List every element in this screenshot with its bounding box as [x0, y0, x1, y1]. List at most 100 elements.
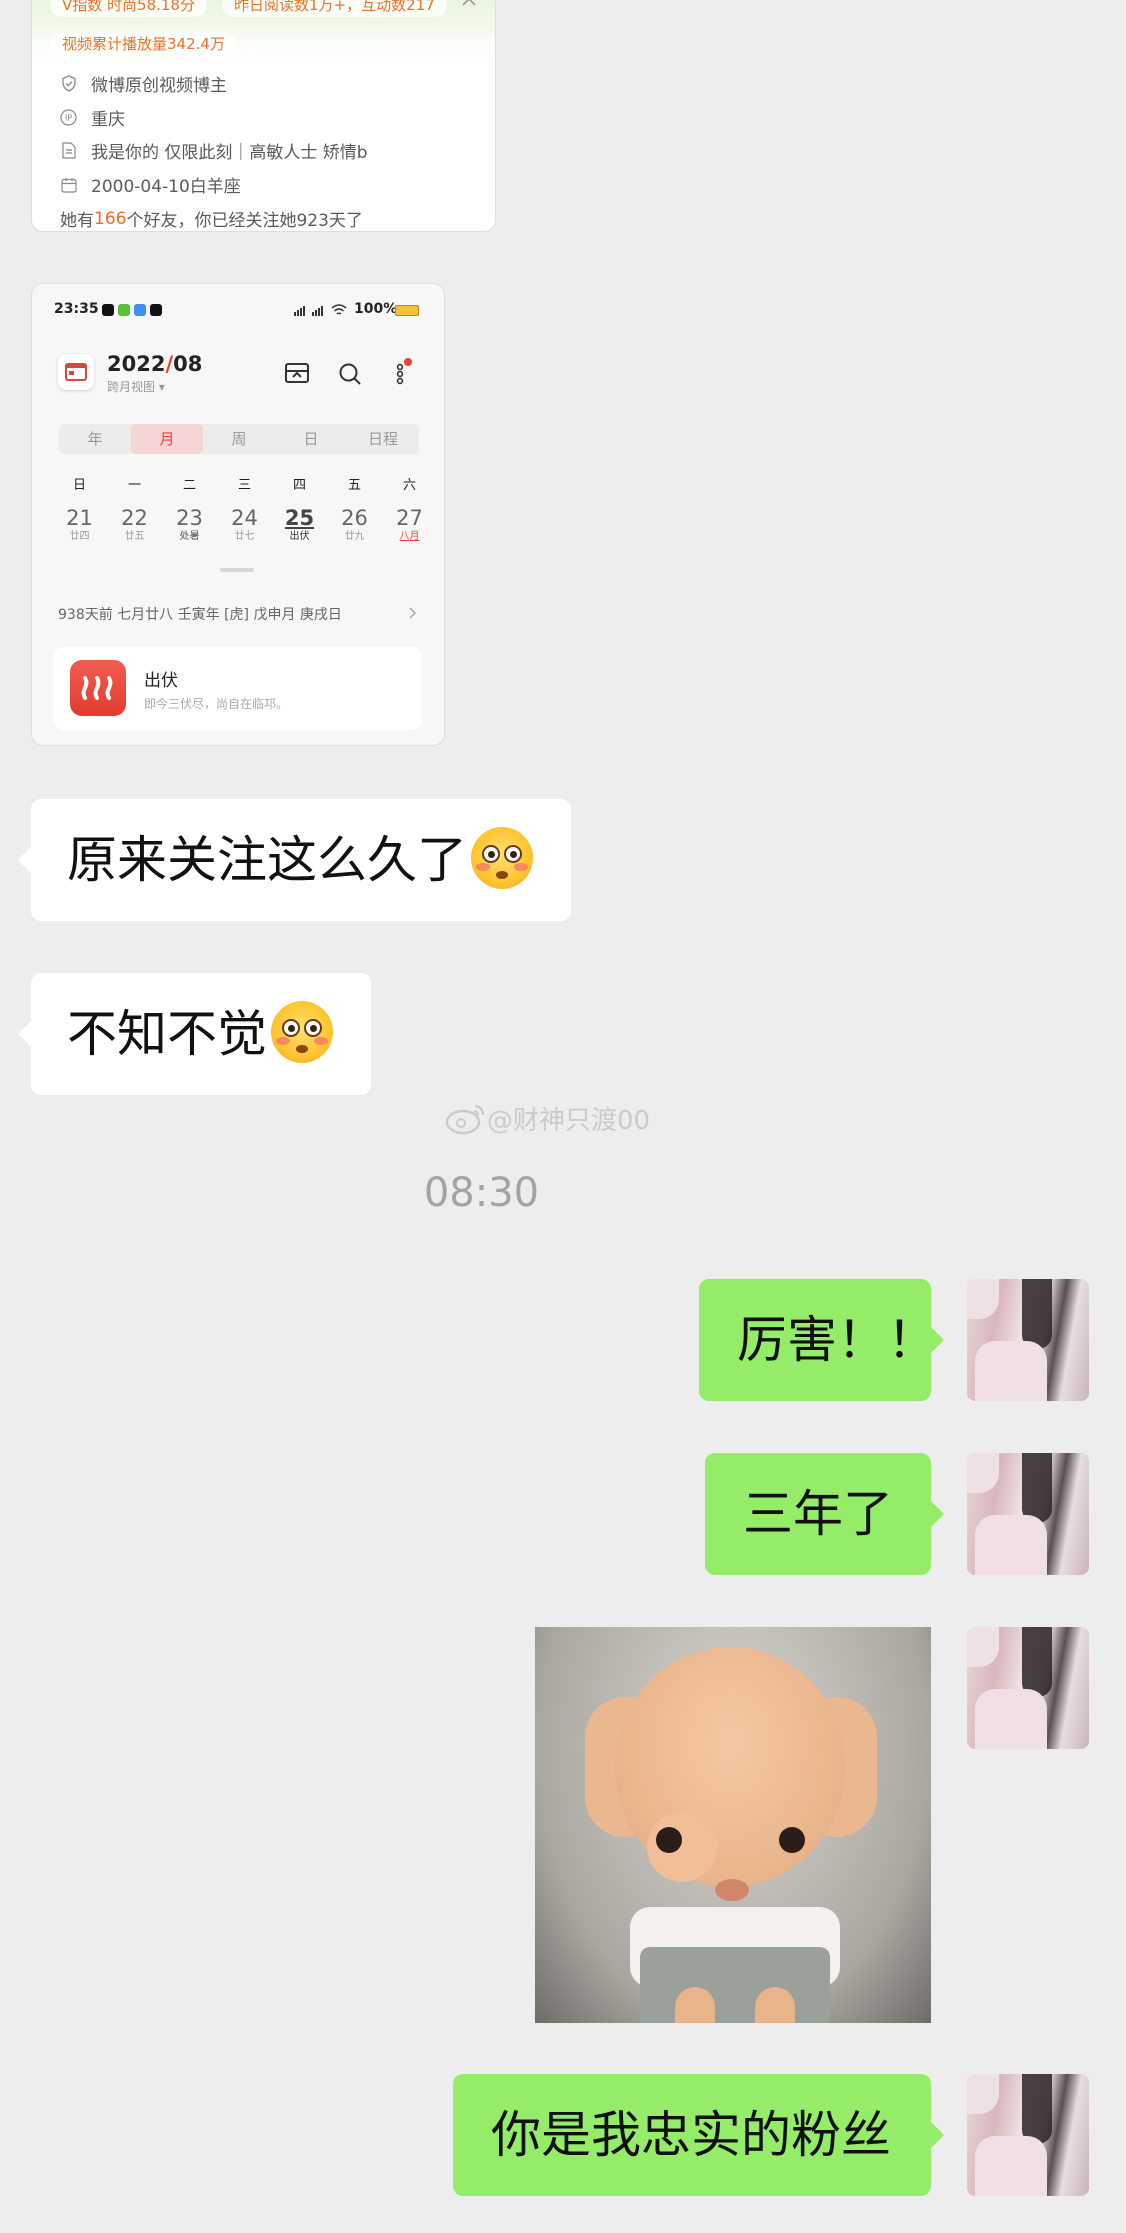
event-card[interactable]: 出伏 即今三伏尽，尚自在临邛。 [54, 647, 422, 730]
app-green-icon [118, 304, 130, 316]
phone-status-bar: 23:35 100% [54, 301, 424, 321]
sent-message-bubble[interactable]: 厉害！！ [699, 1279, 944, 1401]
year-month-title[interactable]: 2022/08 [107, 352, 202, 376]
calendar-screenshot-card[interactable]: 23:35 100% 2022/08 跨月视图 ▾ 年 月 周 日 日程 日 一… [31, 283, 445, 746]
profile-info-card[interactable]: V指数 时尚58.18分 昨日阅读数1万+，互动数217 视频累计播放量342.… [31, 0, 496, 232]
tiktok-icon [102, 304, 114, 316]
day-cell[interactable]: 24 廿七 [217, 506, 272, 544]
segment-year[interactable]: 年 [59, 424, 131, 454]
status-battery-text: 100% [354, 301, 398, 317]
date-slash: / [165, 352, 174, 376]
chevron-up-icon[interactable] [462, 0, 476, 7]
weekday-mon: 一 [127, 478, 141, 493]
lunar-info-line: 938天前 七月廿八 壬寅年 [虎] 戊申月 庚戌日 [58, 607, 342, 623]
user-avatar[interactable] [967, 1279, 1089, 1401]
day-number: 23 [176, 506, 203, 530]
influence-index-pill: V指数 时尚58.18分 [50, 0, 207, 17]
day-cell[interactable]: 23 处暑 [162, 506, 217, 544]
message-text: 原来关注这么久了 [67, 831, 467, 889]
view-mode-dropdown[interactable]: 跨月视图 ▾ [107, 378, 165, 395]
tiktok-icon-2 [150, 304, 162, 316]
user-avatar[interactable] [967, 2074, 1089, 2196]
follow-duration-row: 她有 166 个好友，你已经关注她923天了 [60, 206, 363, 232]
event-title: 出伏 [144, 671, 178, 691]
sent-message-bubble[interactable]: 三年了 [705, 1453, 944, 1575]
signal-icon [294, 304, 347, 316]
search-icon[interactable] [338, 362, 362, 386]
day-cell[interactable]: 26 廿九 [327, 506, 382, 544]
segment-day[interactable]: 日 [275, 424, 347, 454]
segment-week[interactable]: 周 [203, 424, 275, 454]
day-cell-today[interactable]: 25 出伏 [272, 506, 327, 544]
weekday-sat: 六 [402, 478, 416, 493]
date-row: 21 廿四 22 廿五 23 处暑 24 廿七 25 出伏 26 廿九 27 八月 [52, 506, 424, 546]
inbox-icon[interactable] [284, 362, 310, 384]
day-number: 26 [341, 506, 368, 530]
birthday-row: 2000-04-10白羊座 [60, 172, 241, 197]
day-cell[interactable]: 22 廿五 [107, 506, 162, 544]
view-segmented-control[interactable]: 年 月 周 日 日程 [59, 424, 419, 454]
day-cell[interactable]: 21 廿四 [52, 506, 107, 544]
day-number: 25 [284, 506, 315, 530]
shield-icon [60, 75, 77, 92]
chevron-right-icon[interactable] [408, 606, 418, 620]
drag-handle[interactable] [220, 568, 254, 572]
day-number: 22 [121, 506, 148, 530]
segment-month[interactable]: 月 [131, 424, 203, 454]
event-description: 即今三伏尽，尚自在临邛。 [144, 697, 289, 711]
svg-text:IP: IP [65, 114, 72, 123]
plush-nose [715, 1879, 749, 1901]
segment-agenda[interactable]: 日程 [347, 424, 419, 454]
ip-location-icon: IP [60, 109, 77, 126]
message-text: 你是我忠实的粉丝 [491, 2106, 891, 2164]
lunar-label: 廿四 [69, 531, 90, 542]
plush-eye-left [656, 1827, 682, 1853]
status-time: 23:35 [54, 301, 99, 317]
day-number: 24 [231, 506, 258, 530]
user-avatar[interactable] [967, 1627, 1089, 1749]
received-message-bubble[interactable]: 不知不觉 [18, 973, 371, 1095]
weekday-header-row: 日 一 二 三 四 五 六 [52, 474, 424, 494]
calendar-app-icon [58, 354, 94, 390]
heat-wave-icon [70, 660, 126, 716]
lunar-label: 廿五 [124, 531, 145, 542]
lunar-label: 廿七 [234, 531, 255, 542]
more-options-icon[interactable] [394, 356, 416, 386]
received-message-bubble[interactable]: 原来关注这么久了 [18, 799, 571, 921]
lunar-label: 出伏 [289, 531, 310, 542]
bio-label: 我是你的 仅限此刻｜高敏人士 矫情b [91, 143, 368, 163]
lunar-label: 八月 [399, 531, 420, 542]
verified-row: 微博原创视频博主 [60, 71, 227, 96]
plush-foot-left [675, 1987, 715, 2023]
weekday-wed: 三 [237, 478, 251, 493]
friends-count: 166 [94, 208, 127, 229]
day-number: 21 [66, 506, 93, 530]
video-plays-pill: 视频累计播放量342.4万 [50, 32, 237, 56]
birthday-label: 2000-04-10白羊座 [91, 177, 241, 197]
message-text: 厉害！！ [737, 1311, 937, 1369]
weekday-sun: 日 [72, 478, 86, 493]
lunar-label: 廿九 [344, 531, 365, 542]
year-text: 2022 [107, 352, 166, 376]
weekday-tue: 二 [182, 478, 196, 493]
location-row: IP 重庆 [60, 105, 125, 130]
app-blue-icon [134, 304, 146, 316]
calendar-icon [60, 176, 77, 193]
sent-message-bubble[interactable]: 你是我忠实的粉丝 [453, 2074, 944, 2196]
lunar-label: 处暑 [179, 531, 200, 542]
verified-label: 微博原创视频博主 [91, 76, 227, 96]
message-text: 三年了 [743, 1485, 893, 1543]
sent-image-plush-toy[interactable] [535, 1627, 931, 2023]
day-cell[interactable]: 27 八月 [382, 506, 437, 544]
user-avatar[interactable] [967, 1453, 1089, 1575]
flushed-face-emoji-icon [471, 826, 533, 889]
battery-icon [395, 305, 419, 316]
flushed-face-emoji-icon [271, 1000, 333, 1063]
friends-suffix: 个好友，你已经关注她923天了 [126, 211, 363, 231]
dropdown-triangle-icon: ▾ [158, 380, 165, 394]
weibo-watermark: @财神只渡00 [445, 1098, 650, 1138]
day-number: 27 [396, 506, 423, 530]
weekday-fri: 五 [347, 478, 361, 493]
plush-dress [640, 1947, 830, 2023]
chat-timestamp: 08:30 [423, 1170, 540, 1216]
